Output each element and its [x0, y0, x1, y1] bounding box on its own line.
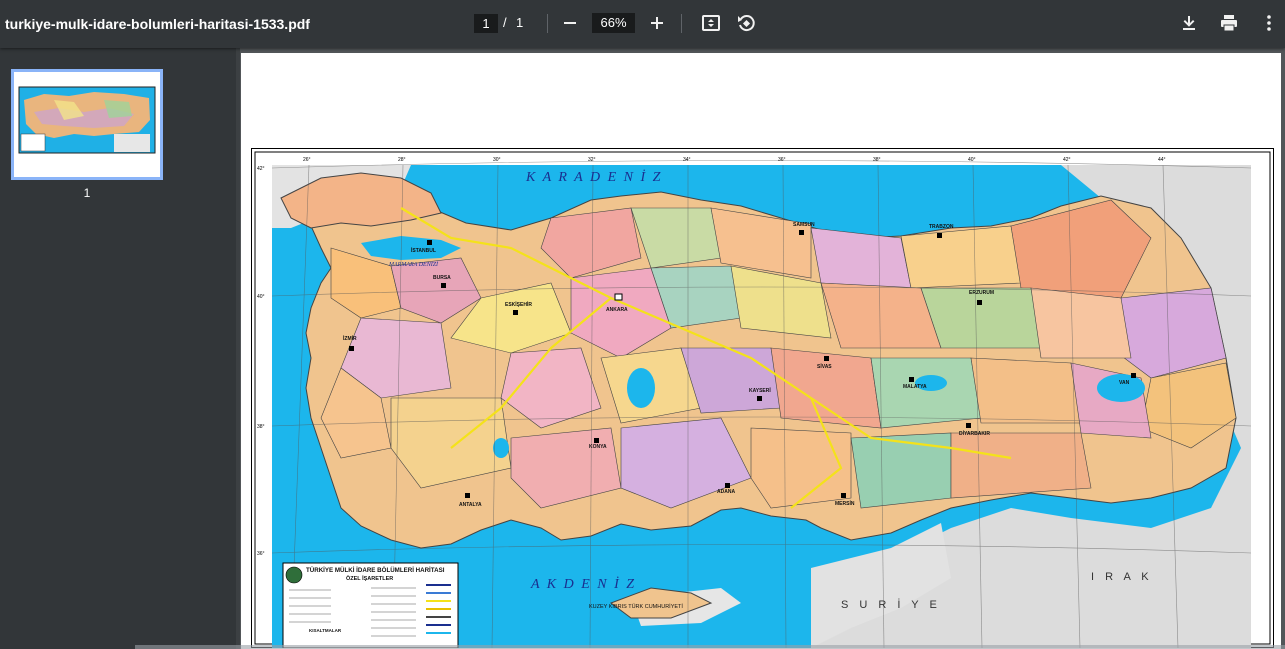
- toolbar-divider: [681, 14, 682, 33]
- longitude-label: 40°: [968, 157, 976, 163]
- longitude-label: 30°: [493, 157, 501, 163]
- page-separator: /: [503, 15, 507, 30]
- city-label: ANTALYA: [459, 502, 482, 508]
- latitude-label: 38°: [257, 424, 265, 430]
- city-label: KAYSERİ: [749, 387, 771, 394]
- longitude-label: 34°: [683, 157, 691, 163]
- longitude-label: 44°: [1158, 157, 1166, 163]
- current-page-input[interactable]: 1: [474, 14, 498, 33]
- rotate-button[interactable]: [734, 11, 758, 35]
- longitude-label: 28°: [398, 157, 406, 163]
- page-thumbnail[interactable]: [11, 69, 163, 180]
- longitude-label: 42°: [1063, 157, 1071, 163]
- toolbar-divider: [547, 14, 548, 33]
- city-label: TRABZON: [929, 224, 954, 230]
- legend-title: TÜRKİYE MÜLKİ İDARE BÖLÜMLERİ HARİTASI: [306, 567, 445, 574]
- city-label: BURSA: [433, 275, 451, 281]
- download-button[interactable]: [1177, 11, 1201, 35]
- city-label: MERSİN: [835, 500, 855, 507]
- syria-label: S U R İ Y E: [841, 598, 941, 611]
- zoom-out-button[interactable]: [558, 11, 582, 35]
- longitude-label: 36°: [778, 157, 786, 163]
- city-label: MALATYA: [903, 384, 927, 390]
- fit-to-page-button[interactable]: [699, 11, 723, 35]
- city-label: ERZURUM: [969, 290, 994, 296]
- city-label: VAN: [1119, 380, 1130, 386]
- iraq-label: I R A K: [1091, 571, 1153, 583]
- latitude-label: 42°: [257, 166, 265, 172]
- legend-subtitle: ÖZEL İŞARETLER: [346, 575, 393, 582]
- thumbnail-map-image: [14, 72, 160, 177]
- zoom-input[interactable]: 66%: [592, 13, 635, 33]
- longitude-label: 38°: [873, 157, 881, 163]
- city-label: SAMSUN: [793, 222, 815, 228]
- document-viewer[interactable]: K A R A D E N İ Z A K D E N İ Z MARMARA …: [240, 48, 1285, 649]
- thumbnail-sidebar: 1: [0, 48, 236, 649]
- city-label: KONYA: [589, 444, 607, 450]
- download-icon: [1183, 16, 1195, 30]
- thumbnail-page-number: 1: [83, 186, 91, 200]
- more-vert-icon: [1267, 15, 1271, 31]
- city-label: ESKİŞEHİR: [505, 301, 532, 308]
- minus-icon: [564, 22, 576, 24]
- print-button[interactable]: [1217, 11, 1241, 35]
- file-title: turkiye-mulk-idare-bolumleri-haritasi-15…: [5, 16, 310, 32]
- more-actions-button[interactable]: [1257, 11, 1281, 35]
- latitude-label: 36°: [257, 551, 265, 557]
- sea-label-south: A K D E N İ Z: [530, 576, 636, 592]
- longitude-label: 26°: [303, 157, 311, 163]
- zoom-in-button[interactable]: [645, 11, 669, 35]
- pdf-page: K A R A D E N İ Z A K D E N İ Z MARMARA …: [241, 53, 1281, 649]
- fit-to-page-icon: [702, 15, 720, 31]
- latitude-label: 40°: [257, 294, 265, 300]
- sea-label-north: K A R A D E N İ Z: [525, 169, 662, 185]
- marmara-label: MARMARA DENİZİ: [388, 261, 439, 268]
- horizontal-scrollbar[interactable]: [135, 645, 1285, 649]
- legend-abbreviations: KISALTMALAR: [309, 628, 342, 633]
- city-label: İZMİR: [343, 335, 357, 342]
- rotate-icon: [738, 15, 755, 32]
- turkey-admin-map: K A R A D E N İ Z A K D E N İ Z MARMARA …: [251, 148, 1274, 648]
- map-legend: TÜRKİYE MÜLKİ İDARE BÖLÜMLERİ HARİTASI Ö…: [282, 562, 459, 648]
- pdf-toolbar: turkiye-mulk-idare-bolumleri-haritasi-15…: [0, 0, 1285, 48]
- plus-icon: [651, 17, 663, 29]
- city-label: ADANA: [717, 489, 735, 495]
- city-label: İSTANBUL: [411, 247, 436, 254]
- city-label: DİYARBAKIR: [959, 430, 990, 437]
- print-icon: [1221, 15, 1237, 32]
- city-label: SİVAS: [817, 363, 832, 370]
- city-label: ANKARA: [606, 307, 628, 313]
- page-count: 1: [516, 15, 524, 30]
- longitude-label: 32°: [588, 157, 596, 163]
- cyprus-label: KUZEY KIBRIS TÜRK CUMHURİYETİ: [589, 603, 683, 610]
